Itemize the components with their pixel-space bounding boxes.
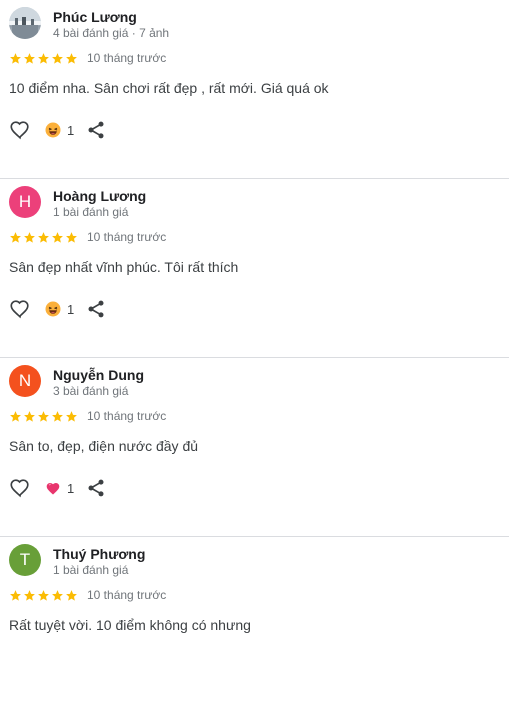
review-time: 10 tháng trước	[87, 409, 167, 423]
reaction-count: 1	[67, 301, 75, 317]
rating-row: 10 tháng trước	[9, 230, 166, 244]
share-icon[interactable]	[86, 299, 106, 319]
review-actions: 1	[9, 118, 106, 142]
star-icon	[38, 231, 49, 243]
star-icon	[38, 52, 49, 64]
star-icon	[10, 589, 21, 601]
reaction-button[interactable]: 1	[45, 301, 74, 317]
star-icon	[10, 410, 21, 422]
reviewer-name[interactable]: Nguyễn Dung	[53, 367, 144, 383]
reaction-count: 1	[67, 122, 75, 138]
heart-outline-icon[interactable]	[9, 119, 31, 141]
star-rating	[9, 231, 78, 244]
reviewer-meta: 1 bài đánh giá	[53, 563, 129, 577]
star-icon	[66, 410, 77, 422]
review-card: Phúc Lương 4 bài đánh giá · 7 ảnh 10 thá…	[0, 0, 509, 179]
laughing-emoji-icon	[45, 301, 61, 317]
review-actions: 1	[9, 297, 106, 321]
avatar[interactable]: H	[9, 186, 41, 218]
avatar[interactable]	[9, 7, 41, 39]
star-icon	[24, 410, 35, 422]
reaction-button[interactable]: 1	[45, 480, 74, 496]
review-time: 10 tháng trước	[87, 588, 167, 602]
review-time: 10 tháng trước	[87, 230, 167, 244]
star-icon	[52, 231, 63, 243]
star-icon	[24, 589, 35, 601]
star-icon	[52, 589, 63, 601]
star-icon	[38, 589, 49, 601]
star-rating	[9, 589, 78, 602]
star-icon	[24, 231, 35, 243]
review-actions: 1	[9, 476, 106, 500]
rating-row: 10 tháng trước	[9, 51, 166, 65]
reviewer-name[interactable]: Phúc Lương	[53, 9, 137, 25]
star-icon	[66, 231, 77, 243]
share-icon[interactable]	[86, 478, 106, 498]
reviewer-name[interactable]: Thuý Phương	[53, 546, 145, 562]
heart-outline-icon[interactable]	[9, 298, 31, 320]
reaction-button[interactable]: 1	[45, 122, 74, 138]
star-icon	[10, 231, 21, 243]
avatar[interactable]: T	[9, 544, 41, 576]
star-rating	[9, 410, 78, 423]
review-card: N Nguyễn Dung 3 bài đánh giá 10 tháng tr…	[0, 358, 509, 537]
reaction-count: 1	[67, 480, 75, 496]
rating-row: 10 tháng trước	[9, 409, 166, 423]
reviewer-meta: 1 bài đánh giá	[53, 205, 129, 219]
avatar[interactable]: N	[9, 365, 41, 397]
reviewer-name[interactable]: Hoàng Lương	[53, 188, 146, 204]
reviews-list: Phúc Lương 4 bài đánh giá · 7 ảnh 10 thá…	[0, 0, 509, 716]
star-icon	[24, 52, 35, 64]
review-text: Sân to, đẹp, điện nước đầy đủ	[9, 438, 199, 454]
star-icon	[52, 410, 63, 422]
star-icon	[66, 589, 77, 601]
share-icon[interactable]	[86, 120, 106, 140]
star-icon	[38, 410, 49, 422]
laughing-emoji-icon	[45, 122, 61, 138]
review-card: H Hoàng Lương 1 bài đánh giá 10 tháng tr…	[0, 179, 509, 358]
review-text: Rất tuyệt vời. 10 điểm không có nhưng	[9, 617, 251, 633]
reviewer-meta: 3 bài đánh giá	[53, 384, 129, 398]
reviewer-meta: 4 bài đánh giá · 7 ảnh	[53, 26, 170, 40]
review-text: 10 điểm nha. Sân chơi rất đẹp , rất mới.…	[9, 80, 329, 96]
star-rating	[9, 52, 78, 65]
heart-reaction-icon	[46, 483, 60, 495]
star-icon	[66, 52, 77, 64]
review-card: T Thuý Phương 1 bài đánh giá 10 tháng tr…	[0, 537, 509, 716]
review-time: 10 tháng trước	[87, 51, 167, 65]
star-icon	[52, 52, 63, 64]
review-text: Sân đẹp nhất vĩnh phúc. Tôi rất thích	[9, 259, 239, 275]
rating-row: 10 tháng trước	[9, 588, 166, 602]
avatar-photo-icon	[9, 7, 41, 39]
heart-outline-icon[interactable]	[9, 477, 31, 499]
star-icon	[10, 52, 21, 64]
